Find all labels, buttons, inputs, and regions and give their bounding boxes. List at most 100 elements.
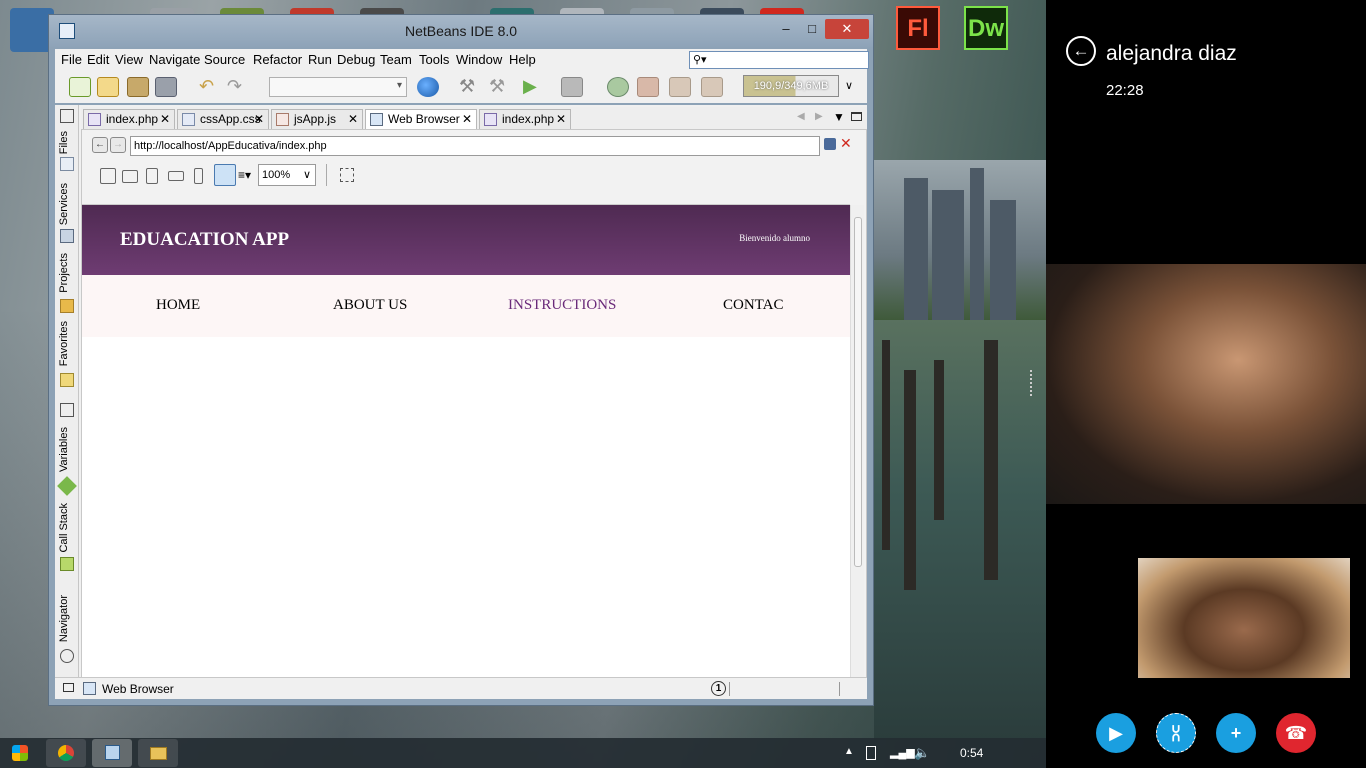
maximize-editor-icon[interactable]	[851, 112, 862, 121]
restore-window-icon[interactable]	[60, 109, 74, 123]
inspect-mode-icon[interactable]	[214, 164, 236, 186]
menu-run[interactable]: Run	[308, 52, 332, 67]
stop-icon[interactable]: ✕	[840, 135, 852, 152]
undo-icon[interactable]: ↶	[199, 77, 221, 97]
close-tab-icon[interactable]: ✕	[348, 112, 358, 126]
side-tab-variables[interactable]: Variables	[58, 427, 70, 472]
mute-microphone-button[interactable]: ⩆	[1156, 713, 1196, 753]
close-tab-icon[interactable]: ✕	[556, 112, 566, 126]
menu-navigate[interactable]: Navigate	[149, 52, 200, 67]
tab-list-dropdown-icon[interactable]: ▼	[833, 110, 845, 124]
menu-window[interactable]: Window	[456, 52, 502, 67]
menu-team[interactable]: Team	[380, 52, 412, 67]
taskbar-explorer[interactable]	[138, 739, 178, 767]
nav-home[interactable]: HOME	[156, 297, 200, 314]
side-tab-navigator[interactable]: Navigator	[58, 595, 70, 642]
scroll-tabs-right-icon[interactable]: ▶	[815, 111, 823, 122]
quick-search-input[interactable]: ⚲▾	[689, 51, 869, 69]
window-titlebar[interactable]: NetBeans IDE 8.0 – □ ✕	[49, 15, 873, 47]
debug-icon[interactable]	[561, 77, 583, 97]
scroll-tabs-left-icon[interactable]: ◀	[797, 111, 805, 122]
open-project-icon[interactable]	[127, 77, 149, 97]
desktop-view-icon[interactable]	[100, 168, 116, 184]
taskbar-chrome[interactable]	[46, 739, 86, 767]
network-icon[interactable]: ▂▄▆	[890, 746, 915, 759]
tab-cssapp-css[interactable]: cssApp.css ✕	[177, 109, 269, 129]
step-icon[interactable]	[637, 77, 659, 97]
back-arrow-icon[interactable]: ←	[1066, 36, 1096, 66]
side-tab-files[interactable]: Files	[58, 131, 70, 154]
run-icon[interactable]: ▶	[523, 77, 545, 97]
url-field[interactable]: http://localhost/AppEducativa/index.php	[130, 136, 820, 156]
step-into-icon[interactable]	[669, 77, 691, 97]
new-project-icon[interactable]	[97, 77, 119, 97]
tab-web-browser[interactable]: Web Browser ✕	[365, 109, 477, 129]
memory-indicator[interactable]: 190,9/349,6MB	[743, 75, 839, 97]
selection-icon[interactable]	[340, 168, 354, 182]
side-tab-call-stack[interactable]: Call Stack	[58, 503, 70, 553]
menu-tools[interactable]: Tools	[419, 52, 449, 67]
scrollbar-thumb[interactable]	[854, 217, 862, 567]
hang-up-button[interactable]: ☎	[1276, 713, 1316, 753]
profile-icon[interactable]	[607, 77, 629, 97]
tablet-landscape-view-icon[interactable]	[168, 171, 184, 181]
save-all-icon[interactable]	[155, 77, 177, 97]
menu-edit[interactable]: Edit	[87, 52, 109, 67]
minimize-button[interactable]: –	[773, 19, 799, 39]
nav-instructions[interactable]: INSTRUCTIONS	[508, 297, 616, 314]
self-video-preview[interactable]	[1138, 558, 1350, 678]
show-hidden-icons[interactable]: ▲	[844, 746, 854, 757]
close-tab-icon[interactable]: ✕	[160, 112, 170, 126]
forward-button[interactable]: →	[110, 137, 126, 153]
power-icon[interactable]	[866, 746, 876, 760]
maximize-button[interactable]: □	[799, 19, 825, 39]
clean-build-icon[interactable]: ⚒	[489, 77, 511, 97]
add-participant-button[interactable]: +	[1216, 713, 1256, 753]
site-welcome: Bienvenido alumno	[739, 233, 810, 243]
nav-contac[interactable]: CONTAC	[723, 297, 783, 314]
vertical-scrollbar[interactable]	[850, 205, 864, 679]
tablet-portrait-view-icon[interactable]	[146, 168, 158, 184]
menu-source[interactable]: Source	[204, 52, 245, 67]
menu-debug[interactable]: Debug	[337, 52, 375, 67]
status-label[interactable]: Web Browser	[102, 682, 174, 696]
redo-icon[interactable]: ↷	[227, 77, 249, 97]
side-tab-services[interactable]: Services	[58, 183, 70, 225]
tab-jsapp-js[interactable]: jsApp.js ✕	[271, 109, 363, 129]
flash-app-icon[interactable]: Fl	[896, 6, 940, 50]
video-toggle-button[interactable]: ▶	[1096, 713, 1136, 753]
tab-index-php[interactable]: index.php ✕	[83, 109, 175, 129]
start-button[interactable]	[4, 739, 38, 767]
close-tab-icon[interactable]: ✕	[462, 112, 472, 126]
restore-window-icon-2[interactable]	[60, 403, 74, 417]
notifications-badge[interactable]: 1	[711, 681, 726, 696]
menu-help[interactable]: Help	[509, 52, 536, 67]
tab-index-php-2[interactable]: index.php ✕	[479, 109, 571, 129]
nav-about-us[interactable]: ABOUT US	[333, 297, 407, 314]
build-hammer-icon[interactable]: ⚒	[459, 77, 481, 97]
toolbar-overflow-icon[interactable]: ∨	[845, 79, 853, 92]
menu-refactor[interactable]: Refactor	[253, 52, 302, 67]
menu-file[interactable]: File	[61, 52, 82, 67]
volume-icon[interactable]: 🔈	[914, 745, 930, 761]
browser-globe-icon[interactable]	[417, 77, 439, 97]
close-button[interactable]: ✕	[825, 19, 869, 39]
close-tab-icon[interactable]: ✕	[254, 112, 264, 126]
taskbar-netbeans[interactable]	[92, 739, 132, 767]
new-file-icon[interactable]	[69, 77, 91, 97]
configuration-select[interactable]: ▾	[269, 77, 407, 97]
taskbar-clock[interactable]: 0:54	[960, 746, 983, 760]
step-out-icon[interactable]	[701, 77, 723, 97]
dreamweaver-app-icon[interactable]: Dw	[964, 6, 1008, 50]
reload-icon[interactable]	[824, 138, 836, 150]
netbook-view-icon[interactable]	[122, 170, 138, 183]
panel-resize-handle[interactable]	[1030, 370, 1034, 396]
menu-view[interactable]: View	[115, 52, 143, 67]
side-tab-projects[interactable]: Projects	[58, 253, 70, 293]
settings-dropdown-icon[interactable]: ≡▾	[238, 168, 251, 182]
phone-view-icon[interactable]	[194, 168, 203, 184]
back-button[interactable]: ←	[92, 137, 108, 153]
side-tab-favorites[interactable]: Favorites	[58, 321, 70, 366]
restore-window-icon-3[interactable]	[63, 683, 74, 692]
zoom-select[interactable]: 100% ∨	[258, 164, 316, 186]
